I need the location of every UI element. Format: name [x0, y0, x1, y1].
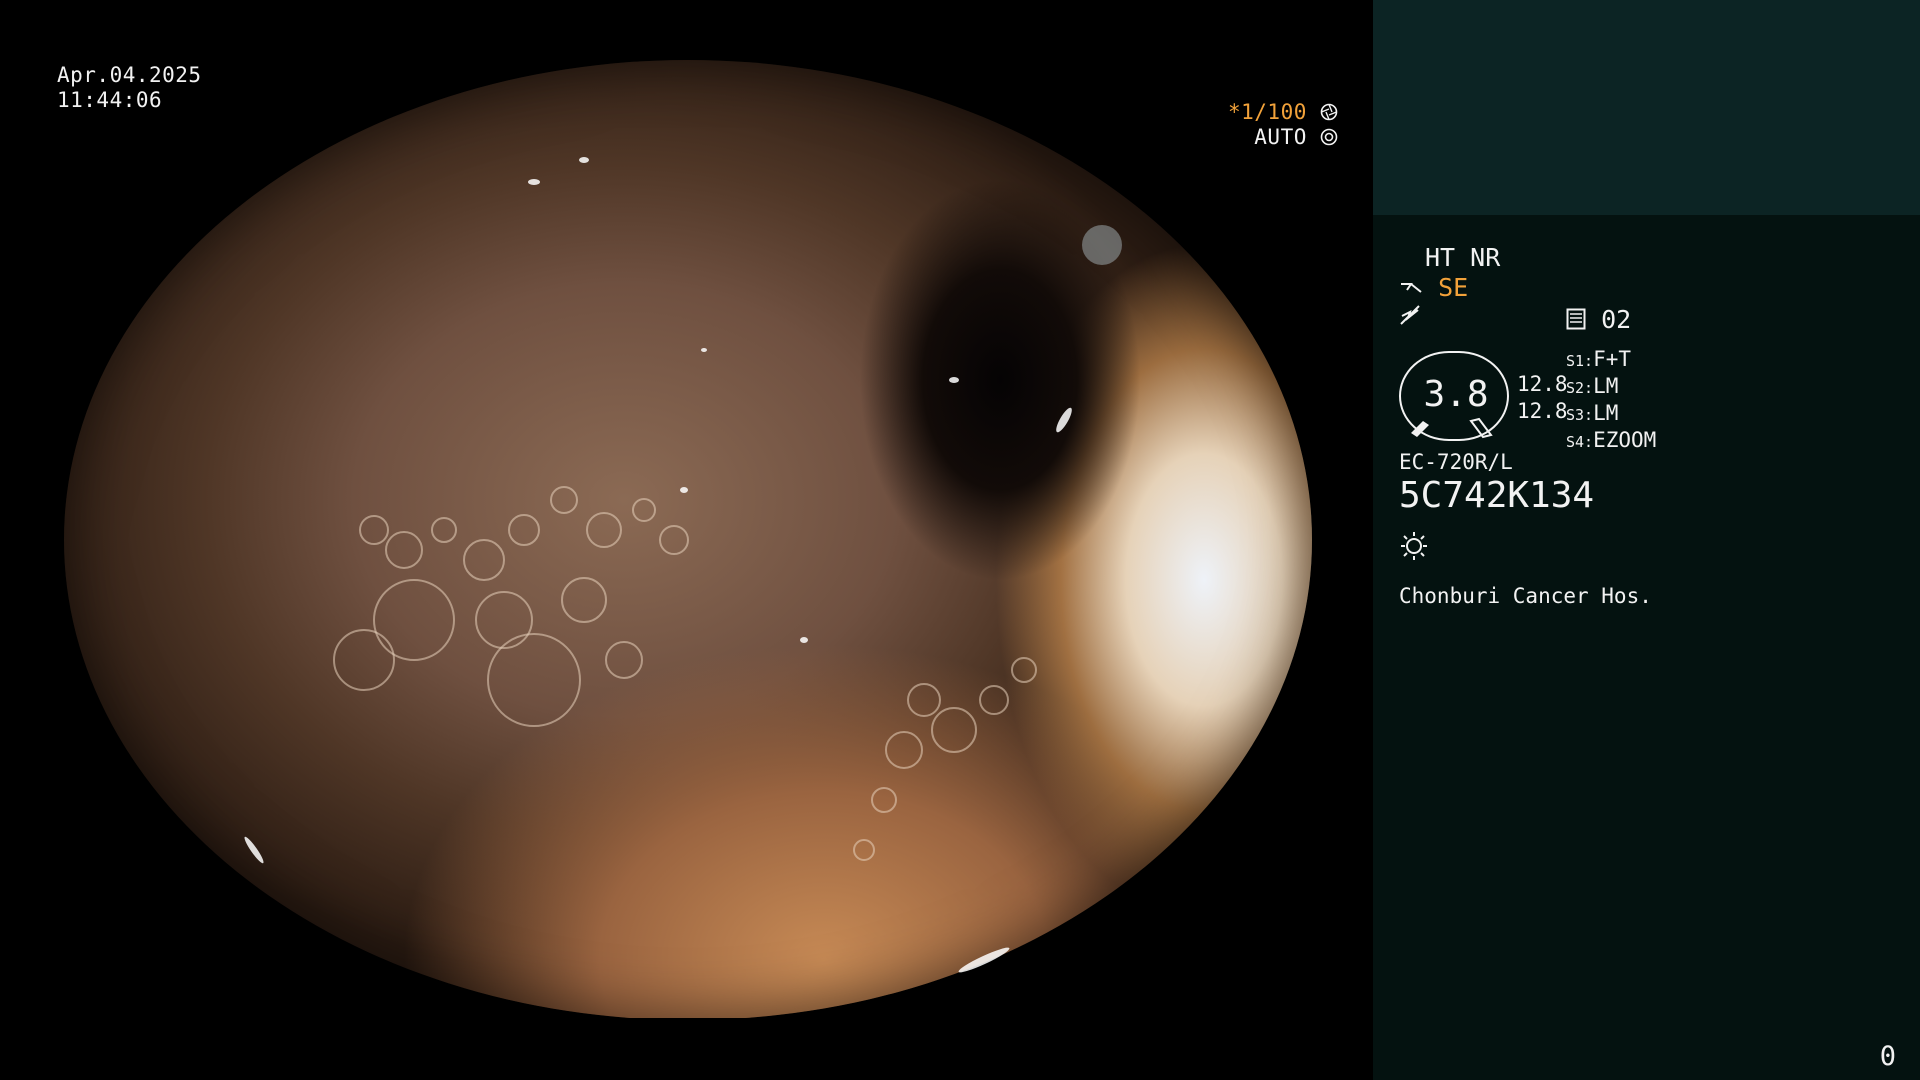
switch-list: S1:F+T S2:LM S3:LM S4:EZOOM	[1566, 347, 1656, 455]
frame-index: 0	[1879, 1041, 1896, 1072]
exposure-mode: AUTO	[1254, 125, 1307, 149]
memory-line: 02	[1566, 306, 1631, 334]
switch-row: S4:EZOOM	[1566, 428, 1657, 452]
shutter-speed: *1/100	[1228, 100, 1307, 124]
mode-line: AUTO	[1228, 125, 1338, 150]
gain-dial: 3.8	[1399, 351, 1509, 441]
flash-icon	[1400, 305, 1420, 325]
light-source-icon	[1401, 532, 1427, 560]
enhancement-label: HT NR	[1425, 243, 1501, 272]
iris-icon	[1320, 128, 1338, 146]
info-panel: HT NR SE 02 3.8 12.8 12.8 S1:F+T S2:LM S…	[1373, 0, 1920, 1080]
switch-row: S1:F+T	[1566, 347, 1632, 371]
dial-value: 3.8	[1423, 374, 1489, 415]
flash-line	[1399, 304, 1421, 332]
structure-mode: SE	[1438, 273, 1469, 302]
date-time-block: Apr.04.2025 11:44:06	[57, 63, 202, 113]
aperture-icon	[1320, 103, 1338, 121]
memory-icon	[1566, 308, 1586, 330]
shutter-line: *1/100	[1228, 100, 1338, 125]
exam-time: 11:44:06	[57, 88, 163, 112]
panel-header-area	[1373, 0, 1920, 215]
scope-model: EC-720R/L	[1399, 450, 1513, 474]
dial-markers	[1411, 417, 1493, 439]
dial-bottom-value: 12.8	[1517, 399, 1568, 423]
switch-row: S2:LM	[1566, 374, 1619, 398]
structure-line: SE	[1399, 274, 1468, 302]
memory-number: 02	[1601, 305, 1632, 334]
exam-date: Apr.04.2025	[57, 63, 202, 87]
endoscopic-image	[64, 60, 1312, 1020]
image-mask-bottom	[0, 1018, 1373, 1080]
exposure-block: *1/100 AUTO	[1228, 100, 1338, 150]
endoscope-view: Apr.04.2025 11:44:06 *1/100 AUTO	[0, 0, 1373, 1080]
image-mask-top	[0, 0, 1373, 60]
switch-row: S3:LM	[1566, 401, 1619, 425]
scope-serial: 5C742K134	[1399, 475, 1595, 516]
scope-icon	[1401, 283, 1422, 293]
light-line	[1399, 530, 1429, 566]
hospital-name: Chonburi Cancer Hos.	[1399, 584, 1652, 608]
dial-top-value: 12.8	[1517, 372, 1568, 396]
